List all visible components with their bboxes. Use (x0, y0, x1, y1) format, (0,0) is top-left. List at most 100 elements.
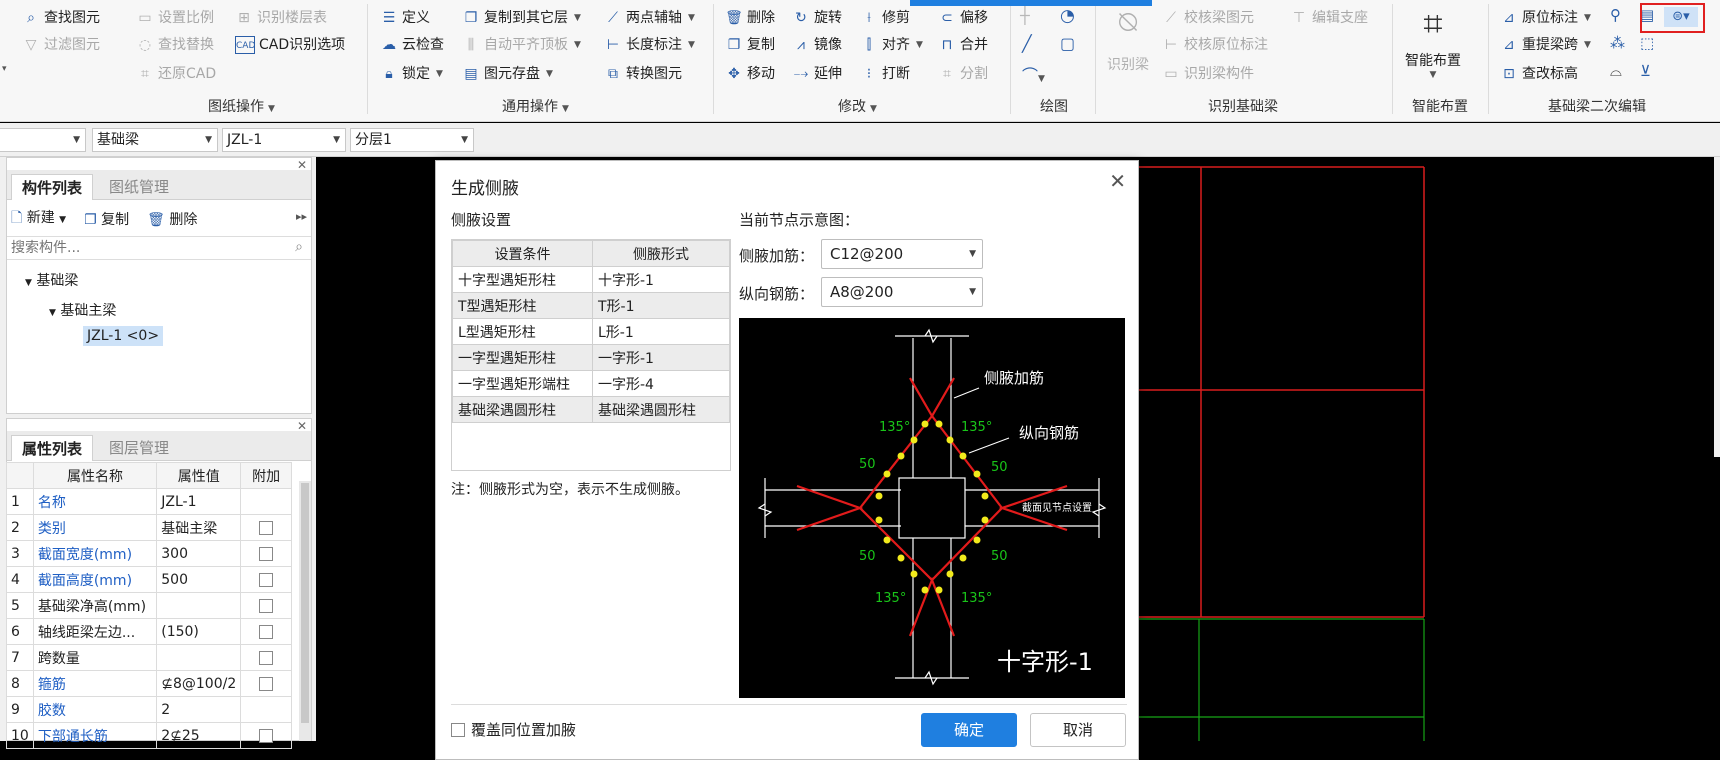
filter-element-button[interactable]: ▽ 过滤图元 (22, 33, 100, 57)
table-row[interactable]: 一字型遇矩形柱 一字形-1 (452, 344, 730, 371)
point-icon[interactable]: ┼ (1020, 6, 1030, 25)
property-value[interactable] (156, 592, 242, 619)
cad-recognize-options-button[interactable]: CAD CAD识别选项 (235, 33, 345, 57)
attach-checkbox[interactable] (259, 520, 274, 535)
convert-element-button[interactable]: ⧉ 转换图元 (604, 62, 682, 86)
form-cell[interactable]: T形-1 (592, 292, 730, 319)
chevron-down-icon[interactable]: ▾ (2, 64, 7, 74)
set-scale-button[interactable]: ▭ 设置比例 (136, 6, 214, 30)
tab-component-list[interactable]: 构件列表 (11, 174, 94, 200)
tab-layer-management[interactable]: 图层管理 (99, 435, 179, 461)
form-cell[interactable]: 一字形-1 (592, 344, 730, 371)
smart-layout-button[interactable]: ⌗ 智能布置 ▼ (1398, 4, 1468, 80)
group-modify[interactable]: 修改 ▼ (838, 97, 877, 117)
check-in-situ-button[interactable]: ⊢ 校核原位标注 (1162, 33, 1268, 57)
in-situ-label-button[interactable]: ⊿ 原位标注 ▼ (1500, 6, 1591, 30)
form-cell[interactable]: L形-1 (592, 318, 730, 345)
tab-property-list[interactable]: 属性列表 (11, 435, 94, 461)
property-value[interactable] (156, 644, 242, 671)
property-value[interactable]: 2⊈25 (156, 722, 242, 749)
copy-to-other-floor-button[interactable]: ❐ 复制到其它层 ▼ (462, 6, 581, 30)
length-dimension-button[interactable]: ⊢ 长度标注 ▼ (604, 33, 695, 57)
generate-haunch-icon[interactable]: ⊜▾ (1664, 7, 1698, 27)
table-row[interactable]: 一字型遇矩形端柱 一字形-4 (452, 370, 730, 397)
find-replace-button[interactable]: ◌ 查找替换 (136, 33, 214, 57)
line-icon[interactable]: ╱ (1022, 34, 1032, 53)
copy-component-button[interactable]: ❐ 复制 (84, 209, 129, 229)
delete-button[interactable]: 🗑︎ 删除 (725, 6, 775, 30)
two-point-axis-button[interactable]: ⟋ 两点辅轴 ▼ (604, 6, 695, 30)
table-row[interactable]: 10 下部通长筋 2⊈25 (6, 722, 292, 749)
rotate-button[interactable]: ↻ 旋转 (792, 6, 842, 30)
property-value[interactable]: 2 (156, 696, 242, 723)
table-row[interactable]: 1 名称 JZL-1 (6, 488, 292, 515)
table-row[interactable]: 基础梁遇圆形柱 基础梁遇圆形柱 (452, 396, 730, 423)
break-button[interactable]: ⁝ 打断 (860, 62, 910, 86)
side-rebar-select[interactable]: C12@200 ▼ (821, 239, 983, 269)
group-general-ops[interactable]: 通用操作 ▼ (502, 97, 569, 117)
property-value[interactable]: 300 (156, 540, 242, 567)
tree-node-root[interactable]: ▼ 基础梁 (25, 270, 78, 290)
extend-button[interactable]: ⤍ 延伸 (792, 62, 842, 86)
attach-checkbox[interactable] (259, 624, 274, 639)
split-button[interactable]: ⌗ 分割 (938, 62, 988, 86)
floor-select[interactable]: ▼ (0, 128, 86, 152)
beam-tool-icon[interactable]: ⊻ (1640, 62, 1651, 80)
table-row[interactable]: 3 截面宽度(mm) 300 (6, 540, 292, 567)
attach-checkbox[interactable] (259, 728, 274, 743)
component-search[interactable]: ⌕ (7, 236, 311, 260)
mirror-button[interactable]: ⩘ 镜像 (792, 33, 842, 57)
component-type-select[interactable]: 基础梁 ▼ (92, 128, 218, 152)
property-value[interactable]: 基础主梁 (156, 514, 242, 541)
overwrite-checkbox-row[interactable]: 覆盖同位置加腋 (451, 719, 576, 740)
group-drawing-ops[interactable]: 图纸操作 ▼ (208, 97, 275, 117)
merge-button[interactable]: ⊓ 合并 (938, 33, 988, 57)
table-row[interactable]: T型遇矩形柱 T形-1 (452, 292, 730, 319)
find-element-button[interactable]: ⌕ 查找图元 (22, 6, 100, 30)
delete-component-button[interactable]: 🗑︎ 删除 (147, 209, 197, 229)
table-row[interactable]: 5 基础梁净高(mm) (6, 592, 292, 619)
table-row[interactable]: 2 类别 基础主梁 (6, 514, 292, 541)
attach-checkbox[interactable] (259, 598, 274, 613)
table-row[interactable]: 7 跨数量 (6, 644, 292, 671)
rectangle-icon[interactable]: ▢ (1060, 34, 1075, 53)
tree-node-child[interactable]: ▼ 基础主梁 (49, 300, 116, 320)
attach-checkbox[interactable] (259, 650, 274, 665)
ok-button[interactable]: 确定 (921, 713, 1017, 747)
attach-checkbox[interactable] (259, 676, 274, 691)
table-row[interactable]: 8 箍筋 ⊈8@100/2 (6, 670, 292, 697)
more-icon[interactable]: ▸▸ (296, 210, 307, 223)
define-button[interactable]: ☰ 定义 (380, 6, 430, 30)
new-component-button[interactable]: 🗋︎ 新建 ▼ (11, 207, 66, 231)
scrollbar[interactable] (299, 481, 311, 741)
check-elevation-button[interactable]: ⊡ 查改标高 (1500, 62, 1578, 86)
cloud-check-button[interactable]: ☁ 云检查 (380, 33, 444, 57)
property-value[interactable]: 500 (156, 566, 242, 593)
table-row[interactable]: 9 胶数 2 (6, 696, 292, 723)
check-beam-element-button[interactable]: ⟋ 校核梁图元 (1162, 6, 1254, 30)
beam-tool-icon[interactable]: ⚲ (1610, 6, 1621, 24)
beam-tool-icon[interactable]: ⌓ (1610, 62, 1622, 80)
arc-icon[interactable]: ⌒▼ (1022, 62, 1045, 86)
recognize-beam-component-button[interactable]: ▭ 识别梁构件 (1162, 62, 1254, 86)
scrollbar[interactable] (1714, 157, 1720, 457)
move-button[interactable]: ✥ 移动 (725, 62, 775, 86)
edit-support-button[interactable]: ⊤ 编辑支座 (1290, 6, 1368, 30)
table-row[interactable]: 6 轴线距梁左边... (150) (6, 618, 292, 645)
close-icon[interactable]: ✕ (1109, 169, 1126, 193)
recognize-beam-button[interactable]: ⍉ 识别梁 (1104, 6, 1152, 74)
re-extract-span-button[interactable]: ⊿ 重提梁跨 ▼ (1500, 33, 1591, 57)
property-value[interactable]: (150) (156, 618, 242, 645)
recognize-floor-table-button[interactable]: ⊞ 识别楼层表 (235, 6, 327, 30)
beam-tool-icon[interactable]: ⬚ (1640, 34, 1654, 52)
table-row[interactable]: L型遇矩形柱 L形-1 (452, 318, 730, 345)
form-cell[interactable]: 一字形-4 (592, 370, 730, 397)
tab-drawing-management[interactable]: 图纸管理 (99, 174, 179, 200)
tree-node-leaf[interactable]: JZL-1 <0> (83, 326, 164, 346)
property-value[interactable]: ⊈8@100/2 (156, 670, 242, 697)
lock-button[interactable]: 🔒︎ 锁定 ▼ (380, 62, 443, 86)
restore-cad-button[interactable]: ⌗ 还原CAD (136, 62, 216, 86)
overwrite-checkbox[interactable] (451, 722, 465, 737)
property-value[interactable]: JZL-1 (156, 488, 242, 515)
copy-button[interactable]: ❐ 复制 (725, 33, 775, 57)
